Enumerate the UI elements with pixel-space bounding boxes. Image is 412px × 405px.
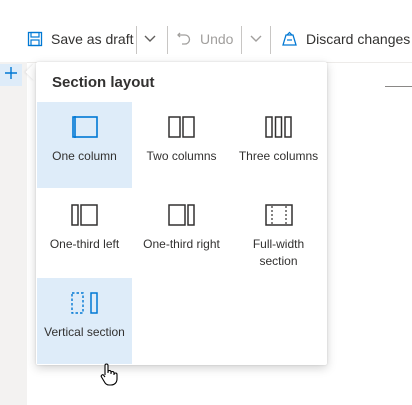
full-width-section-icon (264, 202, 293, 228)
plus-icon (4, 66, 18, 85)
layout-option-one-third-right[interactable]: One-third right (134, 190, 229, 276)
vertical-section-icon (70, 290, 99, 316)
discard-icon (281, 31, 298, 47)
layout-option-full-width-section[interactable]: Full-width section (231, 190, 326, 276)
add-section-button[interactable] (0, 64, 22, 86)
section-layout-panel: Section layout One column Two columns Th… (36, 62, 327, 365)
discard-changes-button[interactable]: Discard changes (281, 23, 410, 55)
toolbar-divider (270, 26, 271, 54)
layout-option-label: One-third left (49, 237, 120, 251)
one-third-right-icon (167, 202, 196, 228)
layout-option-label: Three columns (238, 149, 319, 163)
layout-option-one-third-left[interactable]: One-third left (37, 190, 132, 276)
layout-option-label: Vertical section (44, 325, 125, 339)
toolbar-divider (136, 26, 137, 54)
panel-title: Section layout (52, 74, 155, 91)
two-columns-icon (167, 114, 196, 140)
one-column-icon (71, 114, 99, 140)
chevron-down-icon (249, 31, 263, 48)
layout-option-one-column[interactable]: One column (37, 102, 132, 188)
save-as-draft-label: Save as draft (51, 31, 134, 47)
undo-options-dropdown[interactable] (249, 23, 263, 55)
hand-pointer-cursor-icon (100, 362, 118, 391)
layout-option-label: One-third right (143, 237, 220, 251)
one-third-left-icon (70, 202, 99, 228)
save-as-draft-button[interactable]: Save as draft (27, 23, 134, 55)
layout-option-label: Full-width section (252, 237, 305, 268)
toolbar-divider (241, 26, 242, 54)
layout-option-three-columns[interactable]: Three columns (231, 102, 326, 188)
save-icon (27, 31, 43, 47)
undo-label: Undo (200, 31, 234, 47)
toolbar-divider (167, 26, 168, 54)
chevron-down-icon (143, 31, 157, 48)
layout-option-vertical-section[interactable]: Vertical section (37, 278, 132, 364)
save-options-dropdown[interactable] (143, 23, 157, 55)
discard-changes-label: Discard changes (306, 31, 411, 47)
command-bar: Save as draft Undo Discard changes (0, 0, 412, 63)
undo-button[interactable]: Undo (176, 23, 233, 55)
undo-icon (176, 31, 192, 47)
layout-option-label: One column (52, 149, 117, 163)
three-columns-icon (264, 114, 293, 140)
layout-option-label: Two columns (146, 149, 217, 163)
layout-option-two-columns[interactable]: Two columns (134, 102, 229, 188)
left-rail (0, 62, 27, 405)
canvas-divider (385, 86, 412, 87)
